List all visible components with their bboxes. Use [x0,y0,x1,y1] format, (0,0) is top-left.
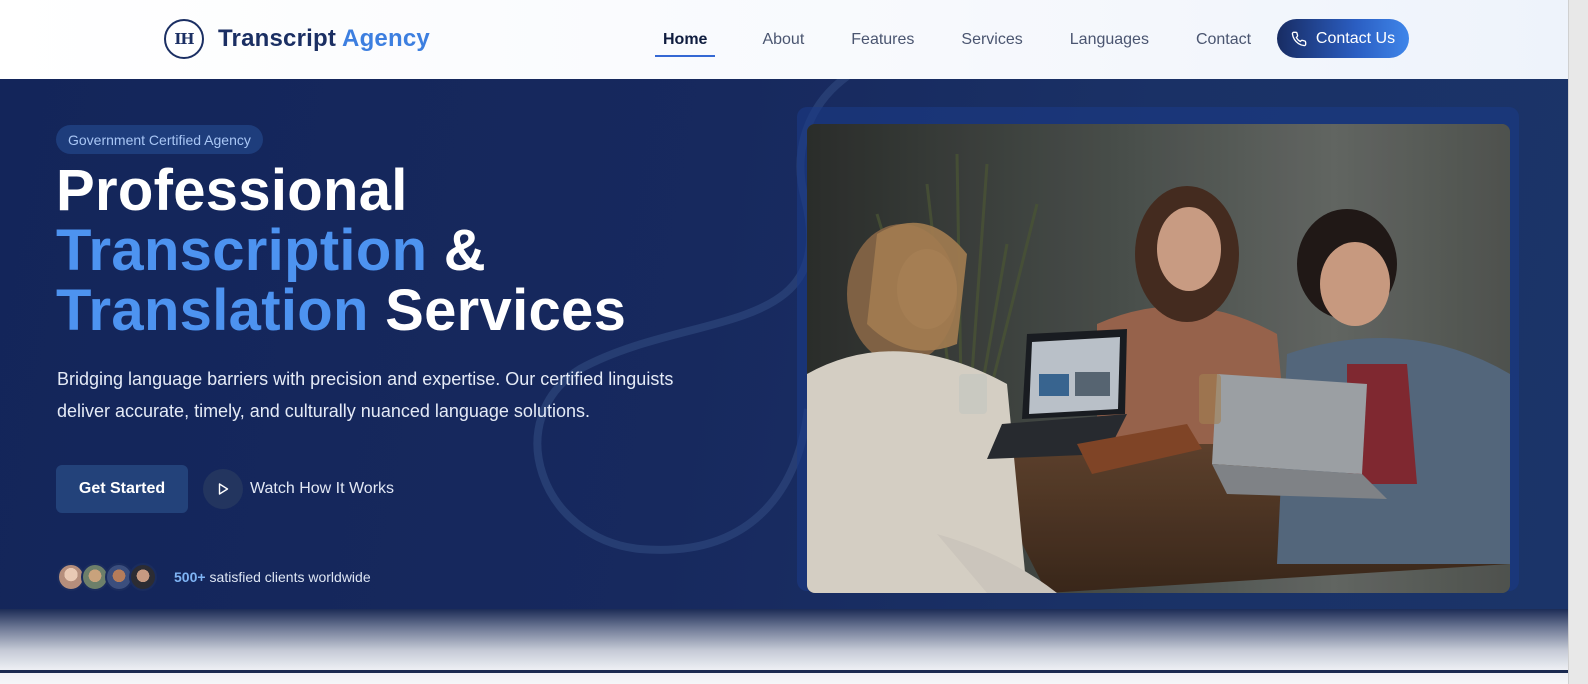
hero-description-line-2: deliver accurate, timely, and culturally… [57,401,590,421]
hero-description: Bridging language barriers with precisio… [57,363,757,427]
hero-description-line-1: Bridging language barriers with precisio… [57,369,674,389]
headline-line-2: Transcription & [56,221,626,281]
hero-section: Government Certified Agency Professional… [0,79,1568,609]
top-navbar: IH Transcript Agency Home About Features… [0,0,1568,79]
brand-name-accent: Agency [342,25,430,52]
get-started-button[interactable]: Get Started [56,465,188,513]
page-scrollbar[interactable] [1568,0,1588,684]
nav-link-services[interactable]: Services [961,23,1022,57]
nav-link-about[interactable]: About [762,23,804,57]
headline-line-1: Professional [56,158,408,223]
brand-logo[interactable]: IH Transcript Agency [164,19,430,59]
brand-name: Transcript Agency [218,25,430,53]
team-meeting-photo [807,124,1510,593]
headline-services: Services [368,278,627,343]
headline-ampersand: & [427,218,486,283]
brand-name-main: Transcript [218,25,337,52]
nav-link-languages[interactable]: Languages [1070,23,1149,57]
avatar [129,563,157,591]
nav-link-contact[interactable]: Contact [1196,23,1251,57]
logo-icon: IH [164,19,204,59]
clients-stat: 500+ satisfied clients worldwide [174,569,371,585]
contact-us-label: Contact Us [1315,29,1396,47]
headline-line-3: Translation Services [56,281,626,341]
contact-us-button[interactable]: Contact Us [1277,19,1409,58]
phone-icon [1291,31,1307,46]
clients-text: satisfied clients worldwide [209,569,371,585]
nav-links: Home About Features Services Languages C… [655,0,1298,79]
clients-count: 500+ [174,569,206,585]
watch-how-it-works-label: Watch How It Works [250,480,395,497]
nav-link-home[interactable]: Home [655,23,716,57]
play-icon [203,469,243,509]
hero-headline: Professional Transcription & Translation… [56,161,626,341]
headline-accent-translation: Translation [56,278,369,343]
headline-accent-transcription: Transcription [56,218,428,283]
nav-link-features[interactable]: Features [851,23,914,57]
client-avatars [57,563,157,591]
watch-how-it-works-button[interactable]: Watch How It Works [203,469,394,509]
certified-badge: Government Certified Agency [56,125,263,154]
bottom-divider [0,670,1568,673]
